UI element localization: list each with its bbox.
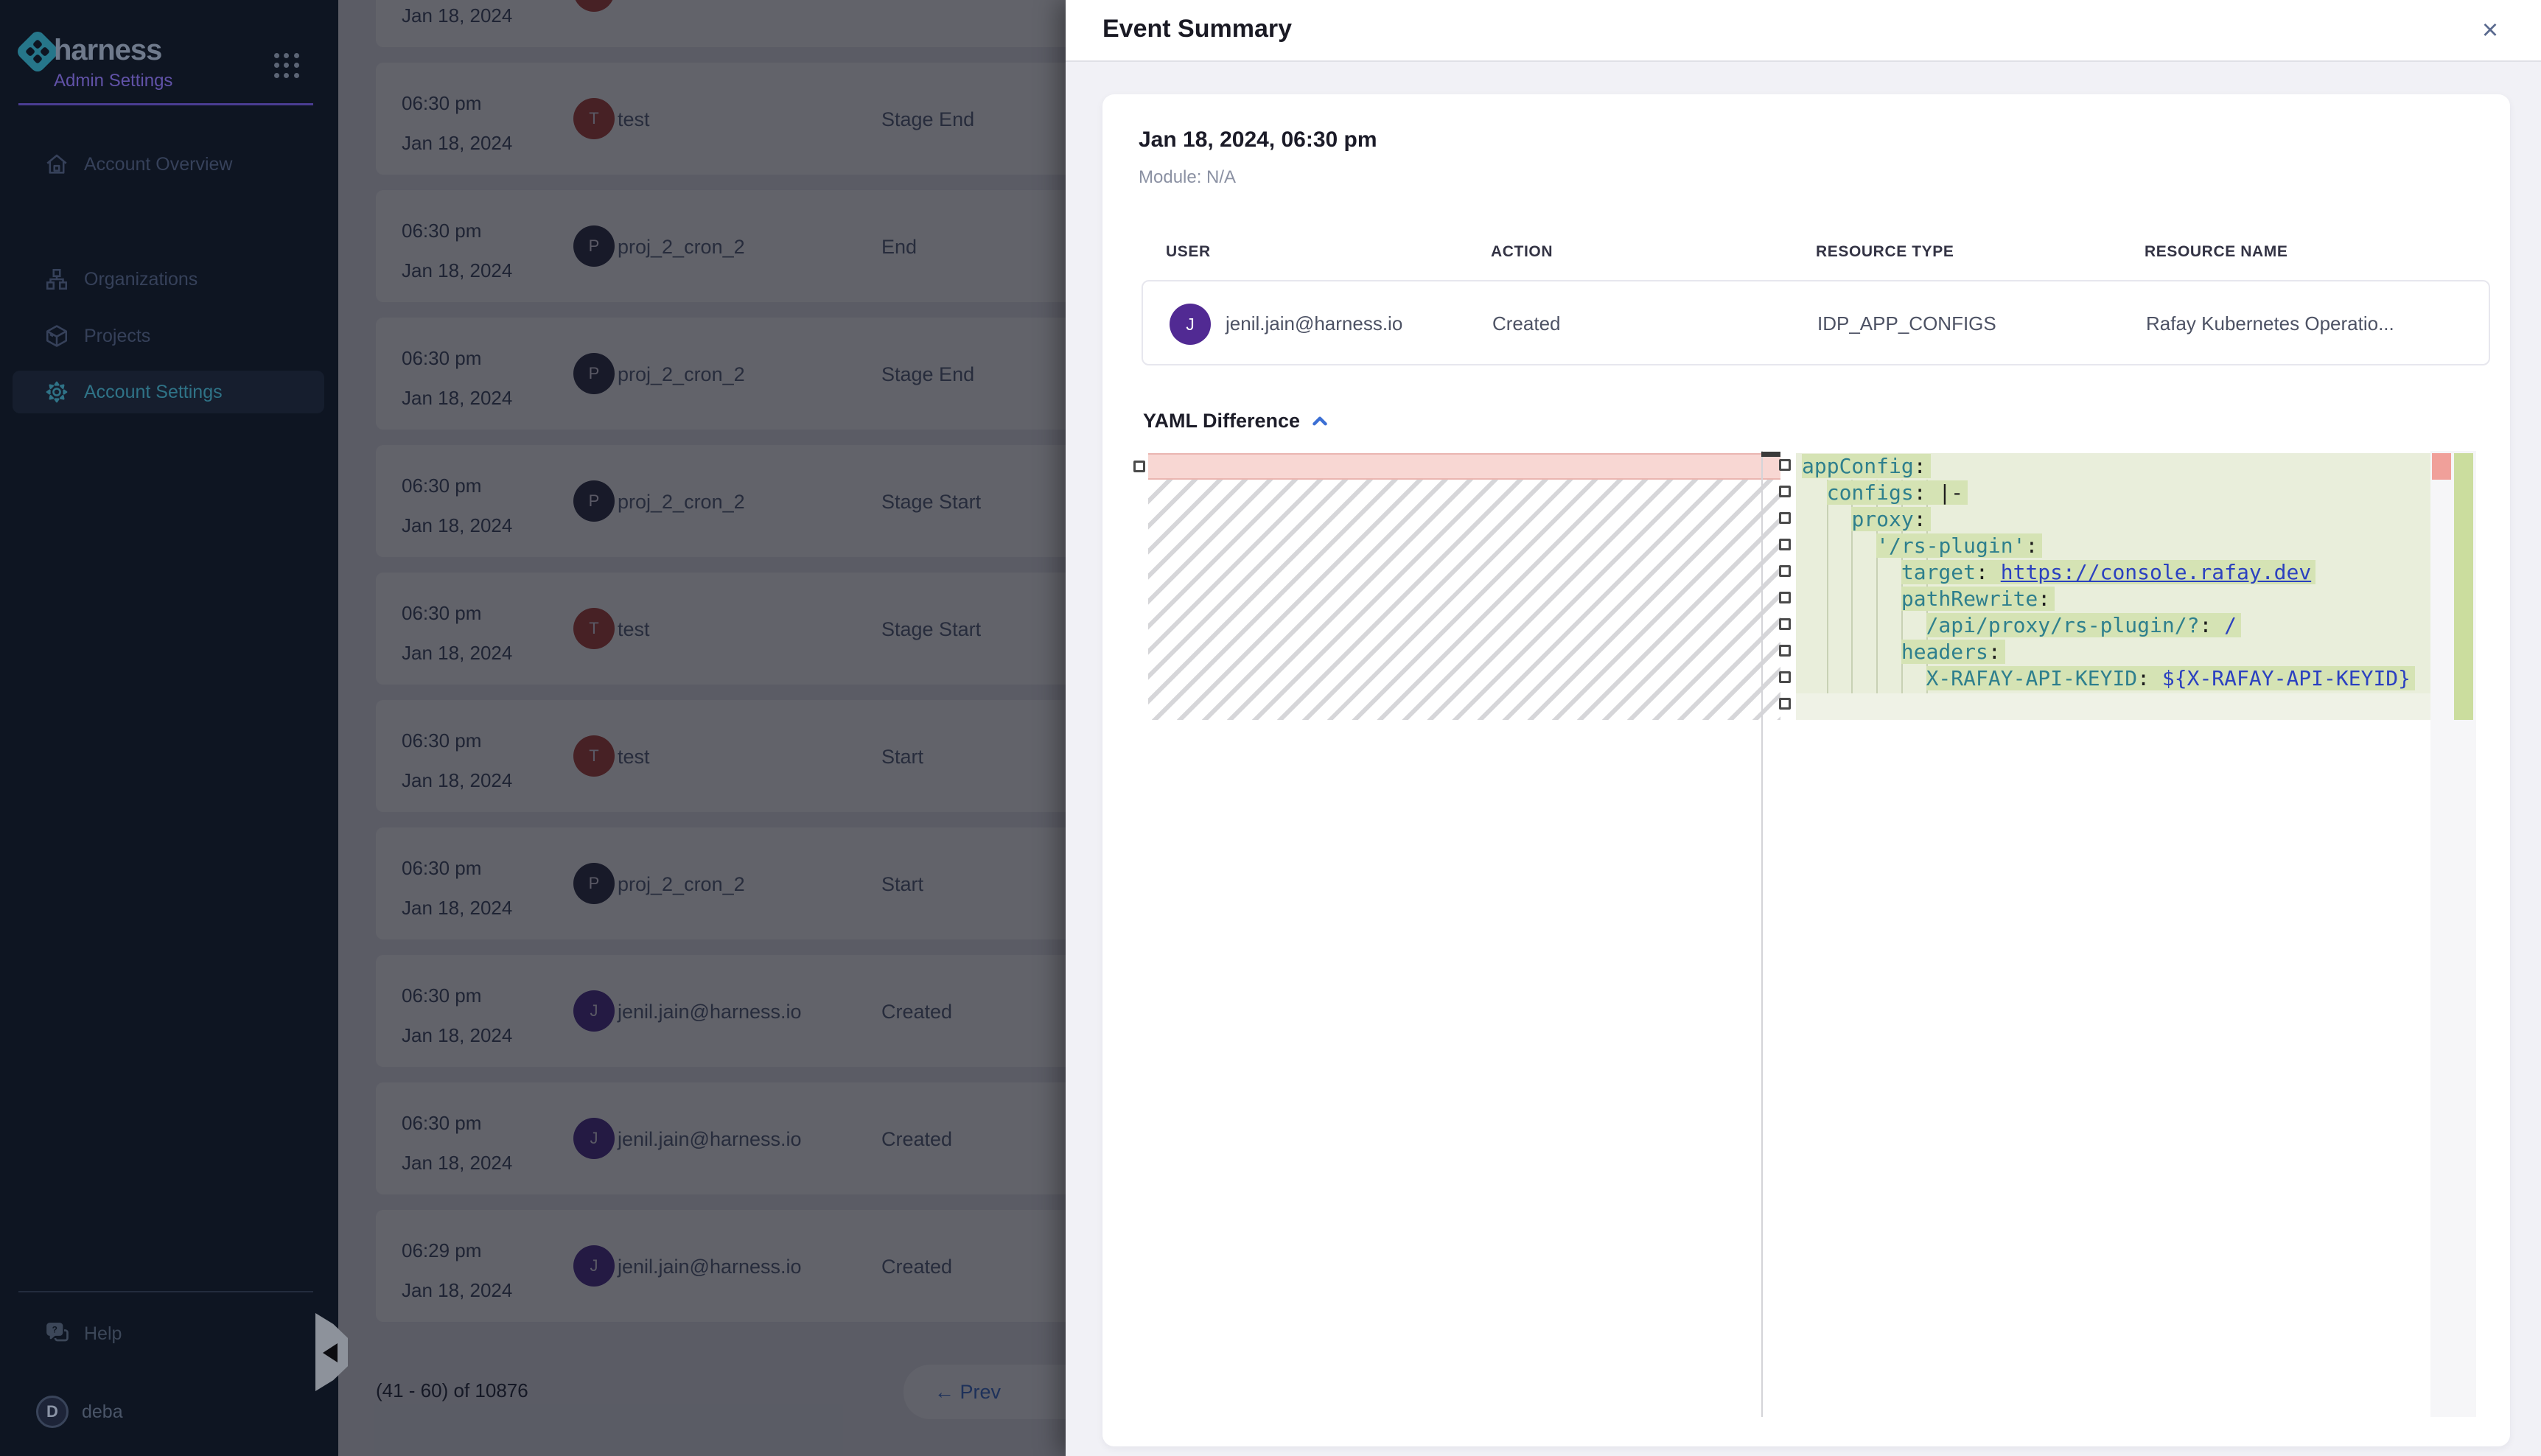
code-line: target: https://console.rafay.dev	[1796, 559, 2430, 586]
diff-line-checkbox[interactable]	[1779, 698, 1791, 710]
sidebar-item-projects[interactable]: Projects	[13, 315, 324, 357]
help-button[interactable]: ? Help	[13, 1313, 322, 1354]
help-label: Help	[84, 1323, 122, 1345]
user-profile-button[interactable]: D deba	[13, 1390, 322, 1434]
sidebar-item-label: Account Settings	[84, 382, 223, 403]
home-icon	[44, 152, 69, 177]
event-summary-drawer: Event Summary × Jan 18, 2024, 06:30 pm M…	[1066, 0, 2541, 1456]
brand-name: harness	[54, 34, 161, 67]
org-icon	[44, 267, 69, 292]
admin-settings-label: Admin Settings	[54, 71, 172, 91]
sidebar-item-label: Projects	[84, 326, 150, 347]
svg-text:?: ?	[52, 1325, 57, 1335]
diff-line-checkbox[interactable]	[1779, 592, 1791, 603]
code-line	[1796, 692, 2430, 718]
code-line: /api/proxy/rs-plugin/?: /	[1796, 612, 2430, 639]
col-header-resource-type: RESOURCE TYPE	[1816, 243, 1954, 261]
event-resource-name: Rafay Kubernetes Operatio...	[2146, 312, 2394, 335]
event-table-row: J jenil.jain@harness.io Created IDP_APP_…	[1142, 280, 2490, 365]
yaml-link[interactable]: https://console.rafay.dev	[2001, 560, 2311, 584]
app-root: 06:30 pmJan 18, 2024TtestEnd06:30 pmJan …	[0, 0, 2541, 1456]
diff-line-checkbox[interactable]	[1779, 512, 1791, 524]
sidebar: harness Admin Settings Account Overview …	[0, 0, 338, 1456]
diff-line-checkbox[interactable]	[1779, 618, 1791, 630]
module-grid-icon[interactable]	[274, 53, 299, 78]
yaml-difference-toggle[interactable]: YAML Difference	[1143, 410, 1329, 433]
diff-line-checkbox[interactable]	[1779, 486, 1791, 497]
user-avatar: D	[36, 1396, 69, 1428]
event-card: Jan 18, 2024, 06:30 pm Module: N/A USER …	[1102, 94, 2510, 1446]
avatar: J	[1170, 304, 1211, 345]
diff-line-checkbox[interactable]	[1779, 459, 1791, 471]
diff-line-checkbox[interactable]	[1133, 461, 1145, 472]
col-header-action: ACTION	[1491, 243, 1553, 261]
event-module: Module: N/A	[1139, 167, 1236, 188]
code-line: configs: |-	[1796, 480, 2430, 506]
sidebar-item-organizations[interactable]: Organizations	[13, 258, 324, 301]
event-datetime: Jan 18, 2024, 06:30 pm	[1139, 127, 1377, 153]
sidebar-item-account-overview[interactable]: Account Overview	[13, 143, 324, 186]
chevron-up-icon	[1310, 412, 1329, 431]
col-header-user: USER	[1166, 243, 1211, 261]
code-line: proxy:	[1796, 506, 2430, 533]
sidebar-item-label: Organizations	[84, 269, 198, 290]
user-name: deba	[82, 1401, 123, 1423]
event-action: Created	[1492, 312, 1561, 335]
diff-line-checkbox[interactable]	[1779, 565, 1791, 577]
yaml-diff-viewer: appConfig: configs: |- proxy: '/rs-plugi…	[1133, 451, 2476, 1417]
event-user: jenil.jain@harness.io	[1226, 312, 1402, 335]
col-header-resource-name: RESOURCE NAME	[2145, 243, 2287, 261]
help-chat-icon: ?	[44, 1320, 71, 1347]
minimap-removed-mark	[2432, 453, 2451, 480]
code-line: X-RAFAY-API-KEYID: ${X-RAFAY-API-KEYID}	[1796, 665, 2430, 692]
sidebar-divider	[18, 103, 313, 105]
sidebar-item-label: Account Overview	[84, 154, 232, 175]
drawer-title: Event Summary	[1102, 15, 1292, 43]
diff-minimap[interactable]	[2430, 451, 2476, 1417]
code-line: '/rs-plugin':	[1796, 533, 2430, 559]
collapse-arrow-icon	[323, 1343, 338, 1362]
close-icon[interactable]: ×	[2472, 12, 2509, 49]
diff-left-pane	[1148, 451, 1780, 1417]
removed-line	[1148, 453, 1780, 480]
diff-divider[interactable]	[1761, 451, 1763, 1417]
diff-sash-handle[interactable]	[1761, 452, 1780, 457]
diff-line-checkbox[interactable]	[1779, 671, 1791, 683]
code-line: headers:	[1796, 639, 2430, 665]
code-line: appConfig:	[1796, 453, 2430, 480]
gear-icon	[44, 379, 69, 405]
cube-icon	[44, 323, 69, 349]
drawer-header: Event Summary ×	[1066, 0, 2541, 62]
diff-line-checkbox[interactable]	[1779, 645, 1791, 657]
sidebar-item-account-settings[interactable]: Account Settings	[13, 371, 324, 413]
code-line: pathRewrite:	[1796, 586, 2430, 612]
diff-line-checkbox[interactable]	[1779, 539, 1791, 550]
diff-right-pane: appConfig: configs: |- proxy: '/rs-plugi…	[1796, 451, 2430, 1417]
event-resource-type: IDP_APP_CONFIGS	[1817, 312, 1996, 335]
minimap-added-mark	[2454, 453, 2473, 720]
sidebar-bottom-divider	[18, 1291, 313, 1292]
diff-filler-hatch	[1148, 480, 1780, 720]
